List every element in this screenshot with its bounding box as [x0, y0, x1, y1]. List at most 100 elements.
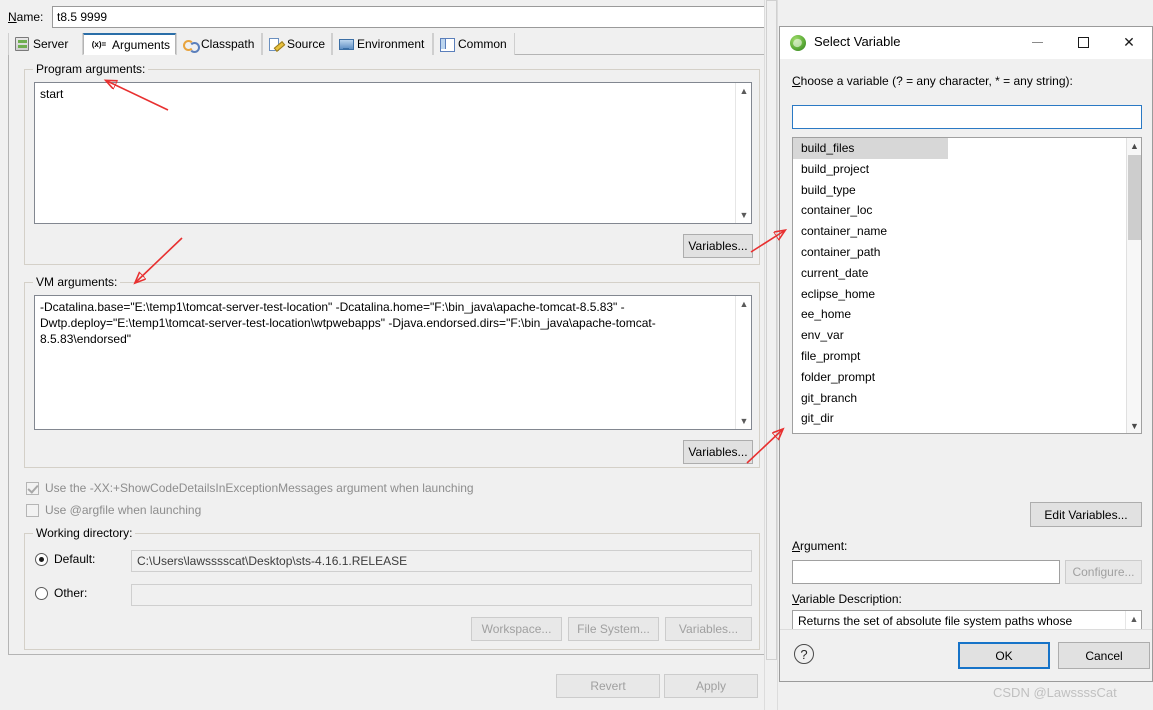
other-radio-label: Other:: [54, 586, 88, 600]
default-radio-row[interactable]: Default:: [35, 552, 95, 566]
arguments-tab-content: Program arguments: start ▲ ▼ Variables..…: [8, 55, 774, 655]
list-item[interactable]: build_files: [793, 138, 948, 159]
list-item[interactable]: container_loc: [793, 200, 1141, 221]
tab-source[interactable]: Source: [262, 33, 332, 55]
working-dir-variables-button[interactable]: Variables...: [665, 617, 752, 641]
close-icon[interactable]: ✕: [1106, 27, 1152, 58]
list-item[interactable]: container_path: [793, 242, 1141, 263]
vm-arguments-variables-button[interactable]: Variables...: [683, 440, 753, 464]
other-radio-row[interactable]: Other:: [35, 586, 87, 600]
show-code-details-label: Use the -XX:+ShowCodeDetailsInExceptionM…: [45, 481, 474, 495]
panel-vertical-scrollbar[interactable]: [764, 0, 778, 710]
scroll-up-icon[interactable]: ▲: [736, 83, 751, 99]
environment-icon: [339, 37, 354, 51]
scrollbar-thumb[interactable]: [766, 0, 777, 660]
cancel-button[interactable]: Cancel: [1058, 642, 1150, 669]
list-item[interactable]: build_type: [793, 180, 1141, 201]
dialog-body: Choose a variable (? = any character, * …: [780, 59, 1152, 681]
other-working-directory-field[interactable]: [131, 584, 752, 606]
source-icon: [269, 37, 283, 51]
argument-input[interactable]: [792, 560, 1060, 584]
vm-arguments-scrollbar[interactable]: ▲ ▼: [735, 296, 751, 429]
vm-variables-label: Variables...: [688, 445, 748, 459]
program-arguments-variables-button[interactable]: Variables...: [683, 234, 753, 258]
tab-environment[interactable]: Environment: [332, 33, 433, 55]
argument-label: Argument:: [792, 539, 848, 553]
working-directory-label: Working directory:: [33, 526, 136, 540]
scroll-up-icon[interactable]: ▲: [1126, 611, 1141, 627]
screen-root: Name: Server (x)= Arguments Classpath So…: [0, 0, 1153, 710]
classpath-icon: [183, 37, 200, 53]
variable-list[interactable]: build_files build_project build_type con…: [792, 137, 1142, 434]
scroll-down-icon[interactable]: ▼: [736, 207, 751, 223]
show-code-details-checkbox[interactable]: [26, 481, 39, 495]
scroll-up-icon[interactable]: ▲: [1127, 138, 1141, 153]
list-item[interactable]: env_var: [793, 325, 1141, 346]
cancel-label: Cancel: [1085, 648, 1123, 663]
program-arguments-textarea[interactable]: start ▲ ▼: [34, 82, 752, 224]
revert-button[interactable]: Revert: [556, 674, 660, 698]
default-radio[interactable]: [35, 552, 48, 566]
tab-classpath[interactable]: Classpath: [176, 33, 262, 55]
edit-variables-button[interactable]: Edit Variables...: [1030, 502, 1142, 527]
list-item[interactable]: file_prompt: [793, 346, 1141, 367]
dialog-footer: ? OK Cancel: [780, 629, 1152, 681]
vm-arguments-textarea[interactable]: -Dcatalina.base="E:\temp1\tomcat-server-…: [34, 295, 752, 430]
scroll-down-icon[interactable]: ▼: [1127, 418, 1141, 433]
scroll-up-icon[interactable]: ▲: [736, 296, 751, 312]
use-argfile-checkbox-row[interactable]: Use @argfile when launching: [26, 503, 201, 517]
program-arguments-group: Program arguments: start ▲ ▼ Variables..…: [24, 62, 760, 265]
workspace-button[interactable]: Workspace...: [471, 617, 562, 641]
list-item[interactable]: current_date: [793, 263, 1141, 284]
vm-arguments-label: VM arguments:: [33, 275, 121, 289]
working-directory-group: Working directory: Default: C:\Users\law…: [24, 526, 760, 650]
tab-server[interactable]: Server: [8, 33, 83, 55]
list-item[interactable]: eclipse_home: [793, 284, 1141, 305]
variable-description-label: Variable Description:: [792, 592, 902, 606]
working-dir-variables-label: Variables...: [678, 622, 739, 636]
tab-environment-label: Environment: [357, 37, 425, 51]
apply-button[interactable]: Apply: [664, 674, 758, 698]
other-radio[interactable]: [35, 586, 48, 600]
dialog-title: Select Variable: [814, 34, 901, 49]
vm-arguments-value: -Dcatalina.base="E:\temp1\tomcat-server-…: [40, 300, 656, 346]
name-label: Name:: [8, 10, 44, 24]
server-icon: [15, 37, 29, 51]
list-item[interactable]: ee_home: [793, 304, 1141, 325]
file-system-label: File System...: [577, 622, 650, 636]
show-code-details-checkbox-row[interactable]: Use the -XX:+ShowCodeDetailsInExceptionM…: [26, 481, 474, 495]
arguments-icon: (x)=: [91, 39, 107, 49]
program-arguments-scrollbar[interactable]: ▲ ▼: [735, 83, 751, 223]
configure-label: Configure...: [1072, 565, 1135, 579]
scrollbar-thumb[interactable]: [1128, 155, 1141, 240]
scroll-down-icon[interactable]: ▼: [736, 413, 751, 429]
configure-button[interactable]: Configure...: [1065, 560, 1142, 584]
list-item[interactable]: folder_prompt: [793, 367, 1141, 388]
help-icon[interactable]: ?: [794, 644, 814, 664]
edit-variables-label: Edit Variables...: [1044, 507, 1128, 522]
use-argfile-checkbox[interactable]: [26, 503, 39, 517]
variable-filter-input[interactable]: [792, 105, 1142, 129]
maximize-button[interactable]: [1060, 27, 1106, 58]
minimize-button[interactable]: [1014, 27, 1060, 58]
list-item[interactable]: git_branch: [793, 388, 1141, 409]
variable-list-scrollbar[interactable]: ▲ ▼: [1126, 138, 1141, 433]
tab-arguments[interactable]: (x)= Arguments: [83, 33, 176, 55]
tab-common[interactable]: Common: [433, 33, 515, 55]
ok-label: OK: [995, 648, 1013, 663]
dialog-titlebar: Select Variable ✕: [780, 27, 1152, 59]
tab-arguments-label: Arguments: [112, 37, 171, 52]
workspace-label: Workspace...: [481, 622, 552, 636]
list-item[interactable]: git_dir: [793, 408, 1141, 429]
tab-common-label: Common: [458, 37, 507, 51]
program-variables-label: Variables...: [688, 239, 748, 253]
file-system-button[interactable]: File System...: [568, 617, 659, 641]
list-item[interactable]: container_name: [793, 221, 1141, 242]
program-arguments-label: Program arguments:: [33, 62, 149, 76]
list-item[interactable]: build_project: [793, 159, 1141, 180]
tab-bar: Server (x)= Arguments Classpath Source E…: [8, 33, 774, 55]
tab-server-label: Server: [33, 37, 69, 51]
name-input[interactable]: [52, 6, 774, 28]
default-radio-label: Default:: [54, 552, 96, 566]
ok-button[interactable]: OK: [958, 642, 1050, 669]
